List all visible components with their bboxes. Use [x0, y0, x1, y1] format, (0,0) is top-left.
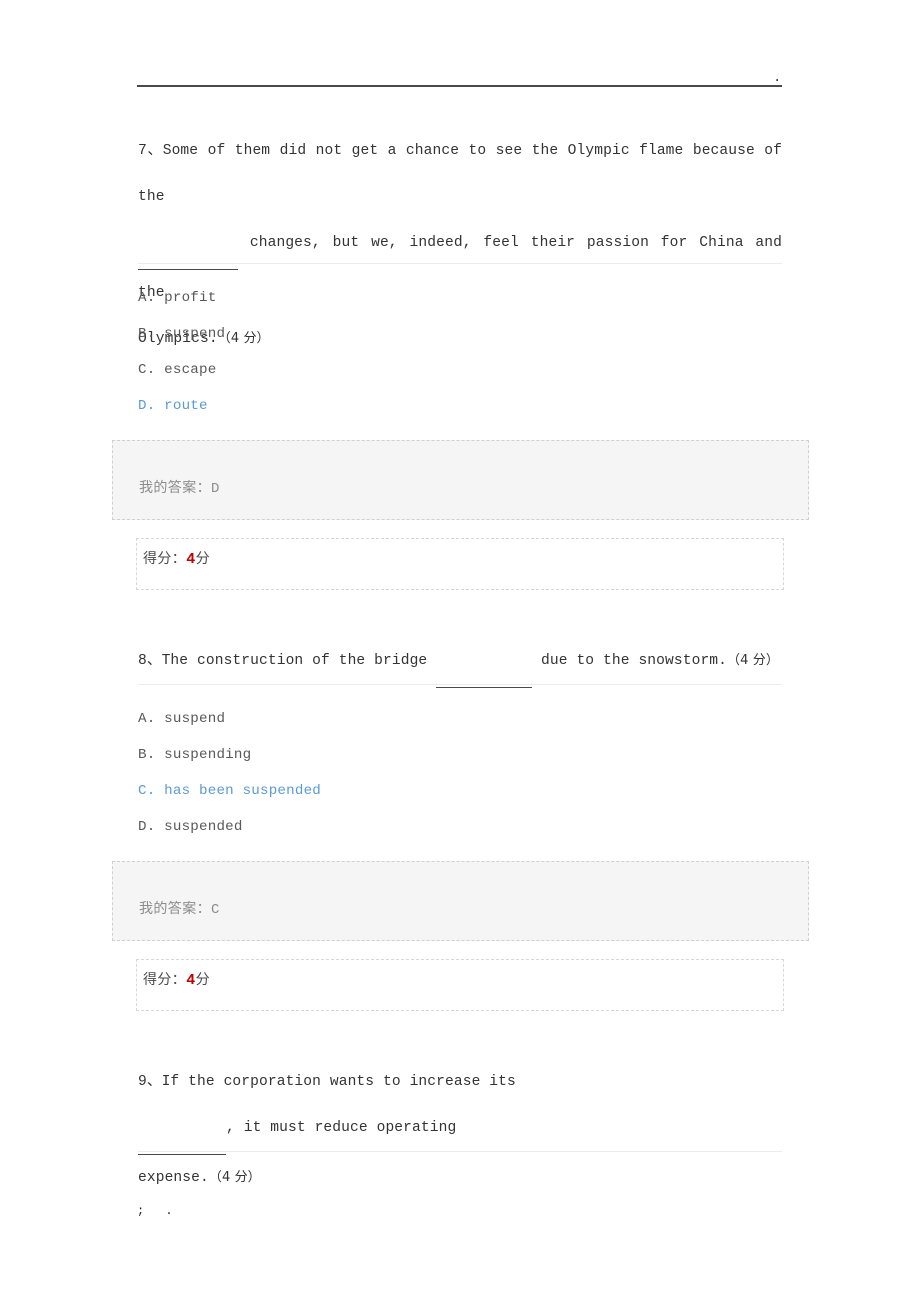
question-8-score-label: 得分： — [143, 972, 187, 988]
question-8-points: （4 分） — [727, 653, 779, 668]
question-8-score-line: 得分：4分 — [143, 969, 210, 989]
question-9-number: 9、 — [138, 1074, 162, 1090]
question-8-my-answer-line: 我的答案：C — [139, 898, 220, 918]
question-7-separator — [138, 263, 782, 264]
question-9-line2: expense. — [138, 1170, 209, 1186]
question-7-my-answer-label: 我的答案： — [139, 480, 211, 496]
option-7-d[interactable]: D. route — [0, 388, 920, 424]
question-8-options: A. suspend B. suspending C. has been sus… — [0, 701, 920, 845]
option-8-b-letter: B. — [138, 747, 156, 763]
option-7-c[interactable]: C. escape — [0, 352, 920, 388]
question-7-my-answer-box: 我的答案：D — [112, 440, 809, 520]
option-7-a-text: profit — [164, 290, 217, 306]
question-7-score-label: 得分： — [143, 551, 187, 567]
option-8-c-letter: C. — [138, 783, 156, 799]
question-8-number: 8、 — [138, 653, 162, 669]
top-rule-trailing-mark: . — [773, 70, 781, 85]
top-divider: . — [137, 70, 782, 92]
option-7-a[interactable]: A. profit — [0, 280, 920, 316]
question-8-separator — [138, 684, 782, 685]
question-8-score-value: 4 — [186, 972, 196, 989]
option-7-d-letter: D. — [138, 398, 156, 414]
question-8-my-answer-value: C — [211, 902, 220, 918]
question-9-blank-1 — [138, 1108, 226, 1155]
question-block-8: 8、The construction of the bridge due to … — [0, 638, 920, 688]
top-rule-line — [137, 85, 782, 87]
question-7-score-box: 得分：4分 — [136, 538, 784, 590]
option-7-b-letter: B. — [138, 326, 156, 342]
option-8-c-text: has been suspended — [164, 783, 322, 799]
question-8-text-after: due to the snowstorm. — [541, 653, 728, 669]
question-9-points: （4 分） — [208, 1170, 261, 1185]
option-7-b[interactable]: B. suspend — [0, 316, 920, 352]
option-8-c[interactable]: C. has been suspended — [0, 773, 920, 809]
question-7-score-unit: 分 — [195, 551, 211, 567]
question-9-text: 9、If the corporation wants to increase i… — [0, 1059, 920, 1201]
question-9-text-before: If the corporation wants to increase its — [161, 1074, 516, 1090]
question-7-score-line: 得分：4分 — [143, 548, 210, 568]
option-7-c-letter: C. — [138, 362, 156, 378]
question-9-text-after: , it must reduce operating — [226, 1120, 457, 1136]
question-8-my-answer-box: 我的答案：C — [112, 861, 809, 941]
question-8-score-unit: 分 — [195, 972, 211, 988]
option-7-b-text: suspend — [164, 326, 226, 342]
question-7-options: A. profit B. suspend C. escape D. route — [0, 280, 920, 424]
option-8-b-text: suspending — [164, 747, 252, 763]
footer-marks: ; . — [137, 1204, 180, 1218]
question-7-my-answer-value: D — [211, 481, 220, 497]
option-8-d-text: suspended — [164, 819, 243, 835]
option-8-a-letter: A. — [138, 711, 156, 727]
question-8-my-answer-label: 我的答案： — [139, 901, 211, 917]
question-8-score-box: 得分：4分 — [136, 959, 784, 1011]
exam-page: . 7、Some of them did not get a chance to… — [0, 0, 920, 1302]
question-8-text: 8、The construction of the bridge due to … — [0, 638, 920, 688]
option-8-a-text: suspend — [164, 711, 226, 727]
option-8-d-letter: D. — [138, 819, 156, 835]
question-9-separator — [138, 1151, 782, 1152]
option-7-c-text: escape — [164, 362, 217, 378]
question-7-line1: Some of them did not get a chance to see… — [138, 143, 791, 205]
question-8-text-before: The construction of the bridge — [161, 653, 428, 669]
option-7-d-text: route — [164, 398, 208, 414]
question-7-my-answer-line: 我的答案：D — [139, 477, 220, 497]
option-7-a-letter: A. — [138, 290, 156, 306]
option-8-b[interactable]: B. suspending — [0, 737, 920, 773]
option-8-a[interactable]: A. suspend — [0, 701, 920, 737]
question-7-number: 7、 — [138, 143, 163, 159]
question-7-score-value: 4 — [186, 551, 196, 568]
question-8-blank-1 — [436, 641, 533, 688]
question-block-9: 9、If the corporation wants to increase i… — [0, 1059, 920, 1201]
option-8-d[interactable]: D. suspended — [0, 809, 920, 845]
